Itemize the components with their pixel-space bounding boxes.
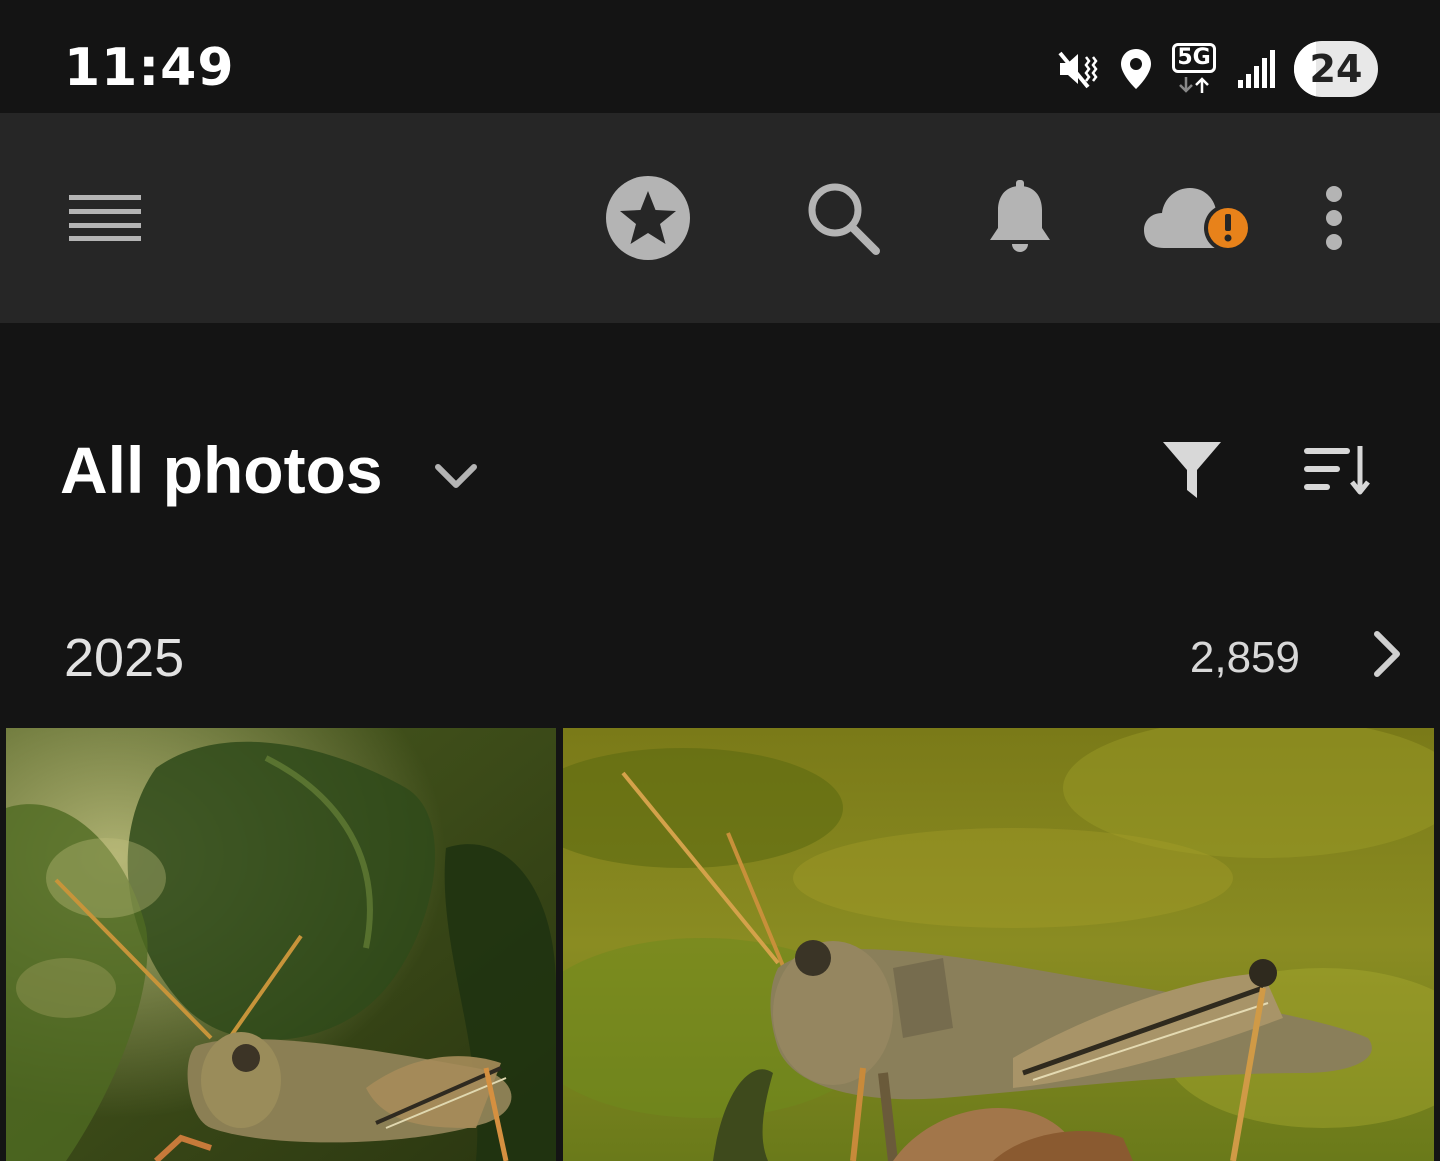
cloud-alert-icon <box>1144 188 1252 252</box>
more-options-button[interactable] <box>1304 113 1364 323</box>
location-icon <box>1121 49 1151 89</box>
chevron-right-icon <box>1374 631 1400 677</box>
photo-thumbnail[interactable] <box>563 728 1434 1161</box>
network-label: 5G <box>1177 45 1211 70</box>
menu-icon <box>69 195 141 241</box>
status-bar: 11:49 5G 24 <box>0 0 1440 113</box>
notifications-button[interactable] <box>972 113 1068 323</box>
search-icon <box>808 183 880 255</box>
year-section-header[interactable]: 2025 2,859 <box>0 600 1440 710</box>
status-time: 11:49 <box>64 38 235 98</box>
bell-icon <box>990 180 1050 252</box>
year-label: 2025 <box>64 628 185 688</box>
vibrate-mute-icon <box>1058 51 1098 89</box>
sort-button[interactable] <box>1296 430 1376 510</box>
menu-button[interactable] <box>60 113 150 323</box>
star-badge-icon <box>606 176 690 260</box>
page-title[interactable]: All photos <box>60 428 383 512</box>
search-button[interactable] <box>795 113 891 323</box>
album-header: All photos <box>0 400 1440 540</box>
grasshopper-flower-image <box>563 728 1434 1161</box>
battery-icon: 24 <box>1294 41 1378 97</box>
more-vert-icon <box>1326 186 1342 250</box>
signal-icon <box>1238 50 1275 88</box>
grasshopper-leaf-image <box>6 728 556 1161</box>
album-picker-button[interactable] <box>420 440 492 512</box>
premium-button[interactable] <box>600 113 696 323</box>
5g-data-icon: 5G <box>1172 43 1218 95</box>
cloud-sync-button[interactable] <box>1138 113 1258 323</box>
chevron-down-icon <box>435 464 477 488</box>
filter-button[interactable] <box>1152 430 1232 510</box>
year-photo-count: 2,859 <box>1189 633 1300 682</box>
status-icons: 5G 24 <box>1056 38 1378 100</box>
sort-icon <box>1304 446 1370 495</box>
app-toolbar <box>0 113 1440 323</box>
photo-thumbnail[interactable] <box>6 728 556 1161</box>
year-expand-button[interactable] <box>1362 622 1412 686</box>
filter-icon <box>1163 442 1221 498</box>
battery-level: 24 <box>1309 47 1363 91</box>
